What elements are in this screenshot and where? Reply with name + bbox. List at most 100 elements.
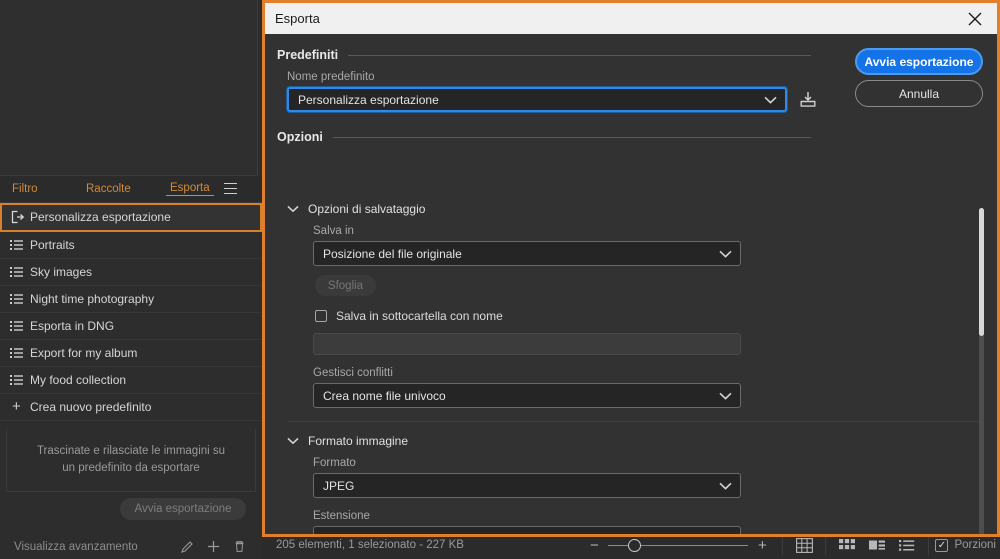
save-in-label: Salva in [313,225,354,237]
detail-icon[interactable] [862,534,892,556]
close-icon[interactable] [953,3,997,34]
grid-large-icon[interactable] [789,534,819,556]
chevron-down-icon [287,437,299,445]
progress-label[interactable]: Visualizza avanzamento [14,541,138,553]
preset-item-label: Sky images [30,264,93,279]
subfolder-checkbox-row[interactable]: Salva in sottocartella con nome [315,309,997,323]
panel-tabs: Filtro Raccolte Esporta [0,175,262,203]
preset-item-label: Esporta in DNG [30,318,115,333]
statusbar-divider [825,535,827,555]
save-in-value: Posizione del file originale [323,246,462,261]
preset-name-select[interactable]: Personalizza esportazione [287,87,787,112]
subfolder-name-input[interactable] [313,333,741,355]
format-select[interactable]: JPEG [313,473,741,498]
cancel-button[interactable]: Annulla [855,80,983,107]
group-header-opzioni-di-salvataggio[interactable]: Opzioni di salvataggio [287,202,997,216]
options-section-title: Opzioni [277,130,323,144]
preset-item-night-time-photography[interactable]: Night time photography [0,286,262,313]
preset-list: Personalizza esportazione Portraits Sky … [0,202,262,421]
tab-filtro[interactable]: Filtro [8,183,82,195]
format-value: JPEG [323,478,355,493]
preset-item-label: Export for my album [30,345,138,360]
options-scrollbar[interactable] [979,208,984,534]
left-panel-bottom: Avvia esportazione [0,492,262,534]
start-export-button[interactable]: Avvia esportazione [855,48,983,75]
preset-item-my-food-collection[interactable]: My food collection [0,367,262,394]
export-dialog: Esporta Avvia esportazione Annulla Prede… [262,0,1000,537]
zoom-control: − + [580,536,776,554]
drop-hint: Trascinate e rilasciate le immagini su u… [6,428,256,493]
trash-icon[interactable] [226,540,252,553]
hamburger-icon[interactable] [223,183,237,195]
subfolder-checkbox-label: Salva in sottocartella con nome [336,309,503,323]
status-text: 205 elementi, 1 selezionato - 227 KB [276,539,464,551]
extension-value: .jpg [323,532,342,535]
zoom-slider-knob[interactable] [628,538,642,552]
group-fields-salvataggio: Salva in Posizione del file originale Sf… [287,225,997,408]
dialog-title: Esporta [275,11,320,26]
preset-item-label: Night time photography [30,291,155,306]
subfolder-checkbox[interactable] [315,310,327,322]
preset-item-crea-nuovo-predefinito[interactable]: + Crea nuovo predefinito [0,394,262,421]
section-rule [332,136,811,138]
grid-small-icon[interactable] [832,534,862,556]
preset-item-portraits[interactable]: Portraits [0,232,262,259]
preset-item-export-for-my-album[interactable]: Export for my album [0,340,262,367]
chevron-down-icon [719,389,732,403]
portions-label: Porzioni [954,539,996,551]
tab-esporta[interactable]: Esporta [166,182,214,196]
conflicts-value: Crea nome file univoco [323,388,446,403]
tab-raccolte[interactable]: Raccolte [82,183,166,195]
options-section-header: Opzioni [265,130,825,144]
preview-area [0,0,258,176]
browse-button[interactable]: Sfoglia [315,275,376,296]
portions-toggle[interactable]: ✓ Porzioni [935,538,1000,552]
format-label: Formato [313,457,356,469]
presets-section-title: Predefiniti [277,48,339,62]
preset-item-label: My food collection [30,372,127,387]
conflicts-label: Gestisci conflitti [313,367,393,379]
options-scroll-area[interactable]: Opzioni di salvataggio Salva in Posizion… [265,200,997,534]
group-title: Opzioni di salvataggio [308,202,426,216]
chevron-down-icon [287,205,299,213]
dialog-actions: Avvia esportazione Annulla [855,48,983,112]
plus-icon[interactable] [200,540,226,553]
extension-select[interactable]: .jpg [313,526,741,534]
export-icon [10,210,30,224]
preset-item-personalizza-esportazione[interactable]: Personalizza esportazione [0,202,262,232]
statusbar-divider [782,535,784,555]
portions-checkbox[interactable]: ✓ [935,538,949,552]
presets-section-header: Predefiniti [265,48,825,62]
list-icon [10,266,30,278]
group-fields-formato: Formato JPEG Estensione .jpg [287,457,997,534]
chevron-down-icon [764,93,777,107]
options-content: Opzioni di salvataggio Salva in Posizion… [265,202,997,534]
zoom-slider[interactable] [608,536,749,554]
list-icon [10,239,30,251]
plus-icon: + [12,398,21,416]
import-preset-icon[interactable] [797,89,819,111]
extension-label: Estensione [313,510,370,522]
save-in-select[interactable]: Posizione del file originale [313,241,741,266]
chevron-down-icon [719,479,732,493]
preset-item-sky-images[interactable]: Sky images [0,259,262,286]
left-panel: Filtro Raccolte Esporta Personalizza esp… [0,0,262,559]
pencil-icon[interactable] [174,540,200,553]
statusbar-divider [928,535,930,555]
section-rule [348,54,811,56]
conflicts-select[interactable]: Crea nome file univoco [313,383,741,408]
list-icon [10,293,30,305]
preset-item-label: Portraits [30,237,75,252]
zoom-out-button[interactable]: − [580,538,608,553]
left-panel-footer: Visualizza avanzamento [0,534,262,559]
group-header-formato-immagine[interactable]: Formato immagine [287,434,997,448]
list-icon [10,374,30,386]
zoom-in-button[interactable]: + [748,538,776,553]
preset-item-esporta-in-dng[interactable]: Esporta in DNG [0,313,262,340]
preset-name-value: Personalizza esportazione [298,92,439,107]
options-scrollbar-thumb[interactable] [979,208,984,336]
list-icon [10,320,30,332]
group-divider [287,421,983,422]
list-icon[interactable] [892,534,922,556]
start-export-button-disabled[interactable]: Avvia esportazione [120,498,246,521]
